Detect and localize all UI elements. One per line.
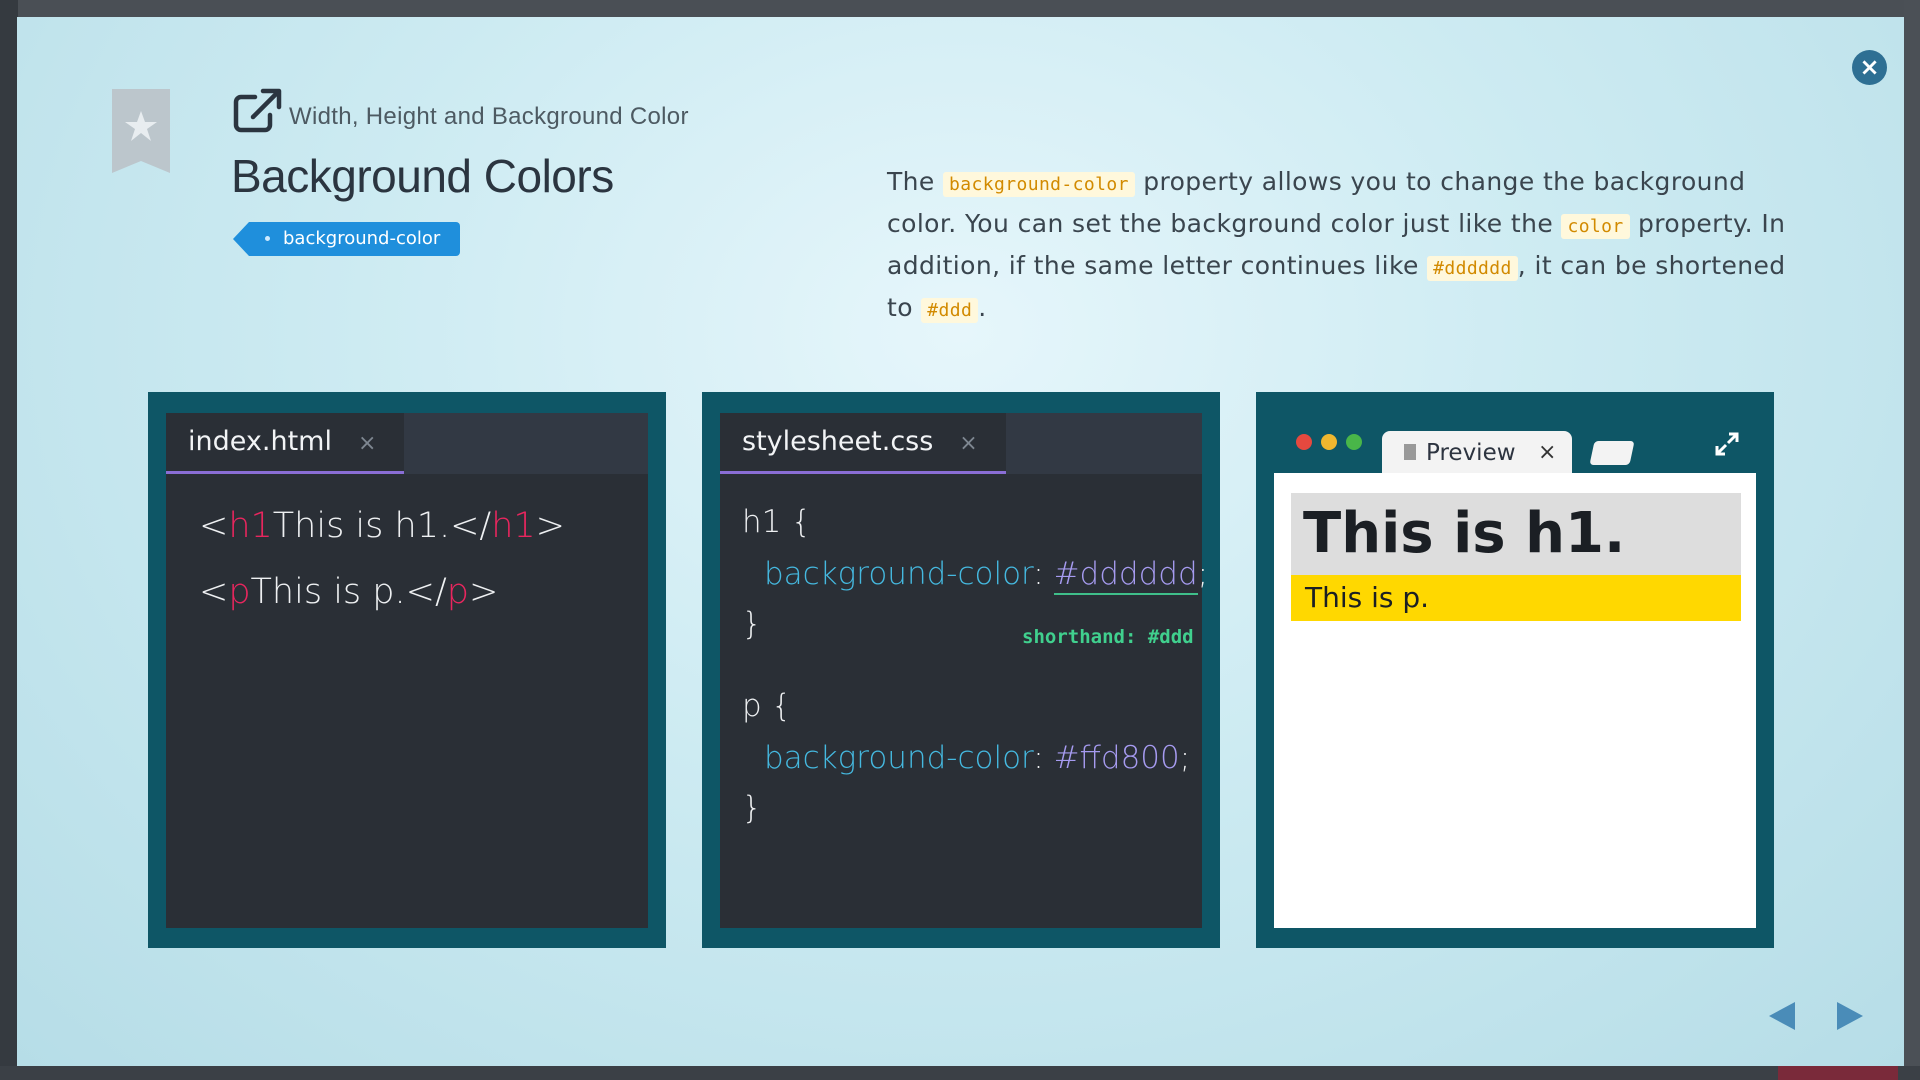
external-link-icon[interactable]	[233, 87, 283, 133]
background-scrollbar[interactable]	[1904, 0, 1920, 1080]
code-token: </	[405, 572, 447, 612]
bookmark-icon[interactable]	[112, 89, 170, 173]
description-text: The	[887, 167, 944, 196]
background-bottom-bar	[0, 1066, 1920, 1080]
code-tag-name: h1	[491, 506, 536, 546]
code-token: ;	[1197, 556, 1209, 592]
code-tag-name: p	[228, 572, 251, 612]
tab-label: Preview	[1426, 440, 1516, 466]
preview-h1: This is h1.	[1291, 493, 1741, 575]
topic-tag[interactable]: background-color	[232, 222, 461, 256]
html-editor: index.html × <h1This is h1.</h1> <pThis i…	[166, 413, 648, 928]
code-token: ;	[1179, 740, 1191, 776]
css-close-brace: }	[742, 790, 762, 826]
fullscreen-icon[interactable]	[1714, 431, 1740, 457]
preview-panel: Preview × This is h1. This is p.	[1256, 392, 1774, 948]
previous-slide-arrow-icon[interactable]	[1769, 1002, 1795, 1030]
code-token: :	[1033, 740, 1054, 776]
preview-p: This is p.	[1291, 575, 1741, 621]
modal-close-button[interactable]: ×	[1852, 50, 1887, 85]
css-value: #dddddd	[1053, 556, 1198, 595]
code-token: >	[468, 572, 499, 612]
preview-p-text: This is p.	[1305, 581, 1430, 614]
preview-browser: Preview × This is h1. This is p.	[1274, 413, 1756, 928]
tab-stylesheet-css[interactable]: stylesheet.css ×	[720, 413, 1006, 474]
css-declaration-h1: background-color: #dddddd;	[764, 556, 1209, 595]
lesson-breadcrumb[interactable]: Width, Height and Background Color	[289, 103, 689, 131]
css-selector-p: p {	[742, 688, 792, 724]
code-line-p: <pThis is p.</p>	[199, 572, 498, 612]
window-maximize-dot-icon[interactable]	[1346, 434, 1362, 450]
inline-code: #ddd	[921, 298, 979, 323]
description-text: .	[978, 293, 987, 322]
inline-code: color	[1561, 214, 1630, 239]
css-tabbar: stylesheet.css ×	[720, 413, 1202, 474]
code-tag-name: h1	[228, 506, 273, 546]
contact-us-button[interactable]	[1778, 1066, 1898, 1080]
background-topbar	[0, 0, 1920, 18]
code-text: This is p.	[250, 572, 406, 612]
inline-code: #dddddd	[1427, 256, 1518, 281]
document-icon	[1404, 444, 1416, 460]
browser-chrome: Preview ×	[1274, 413, 1756, 473]
background-left-strip	[0, 0, 18, 1080]
lesson-modal: × Width, Height and Background Color Bac…	[17, 17, 1904, 1066]
css-editor-panel: stylesheet.css × h1 { background-color: #…	[702, 392, 1220, 948]
html-editor-panel: index.html × <h1This is h1.</h1> <pThis i…	[148, 392, 666, 948]
code-token: </	[450, 506, 492, 546]
inline-code: background-color	[943, 172, 1135, 197]
tab-preview[interactable]: Preview ×	[1382, 431, 1572, 473]
tab-label: stylesheet.css	[742, 426, 934, 457]
css-selector-h1: h1 {	[742, 504, 811, 540]
code-token: :	[1033, 556, 1054, 592]
code-text: This is h1.	[272, 506, 451, 546]
new-tab-button[interactable]	[1589, 441, 1635, 465]
css-editor: stylesheet.css × h1 { background-color: #…	[720, 413, 1208, 928]
code-tag-name: p	[446, 572, 469, 612]
css-property: background-color	[764, 556, 1034, 592]
preview-h1-text: This is h1.	[1303, 501, 1626, 566]
tab-close-icon[interactable]: ×	[959, 431, 977, 456]
code-line-h1: <h1This is h1.</h1>	[199, 506, 565, 546]
css-property: background-color	[764, 740, 1034, 776]
tab-close-icon[interactable]: ×	[358, 431, 376, 456]
shorthand-hint: shorthand: #ddd	[1022, 626, 1194, 648]
next-slide-arrow-icon[interactable]	[1837, 1002, 1863, 1030]
tab-close-icon[interactable]: ×	[1538, 431, 1556, 475]
window-close-dot-icon[interactable]	[1296, 434, 1312, 450]
css-declaration-p: background-color: #ffd800;	[764, 740, 1190, 776]
css-value: #ffd800	[1053, 740, 1180, 776]
code-token: >	[535, 506, 565, 546]
tab-label: index.html	[188, 426, 332, 457]
code-token: <	[199, 572, 229, 612]
page-title: Background Colors	[231, 150, 614, 202]
css-close-brace: }	[742, 606, 762, 642]
tab-index-html[interactable]: index.html ×	[166, 413, 405, 474]
html-tabbar: index.html ×	[166, 413, 648, 474]
lesson-description: The background-color property allows you…	[887, 162, 1787, 330]
code-token: <	[199, 506, 229, 546]
window-minimize-dot-icon[interactable]	[1321, 434, 1337, 450]
